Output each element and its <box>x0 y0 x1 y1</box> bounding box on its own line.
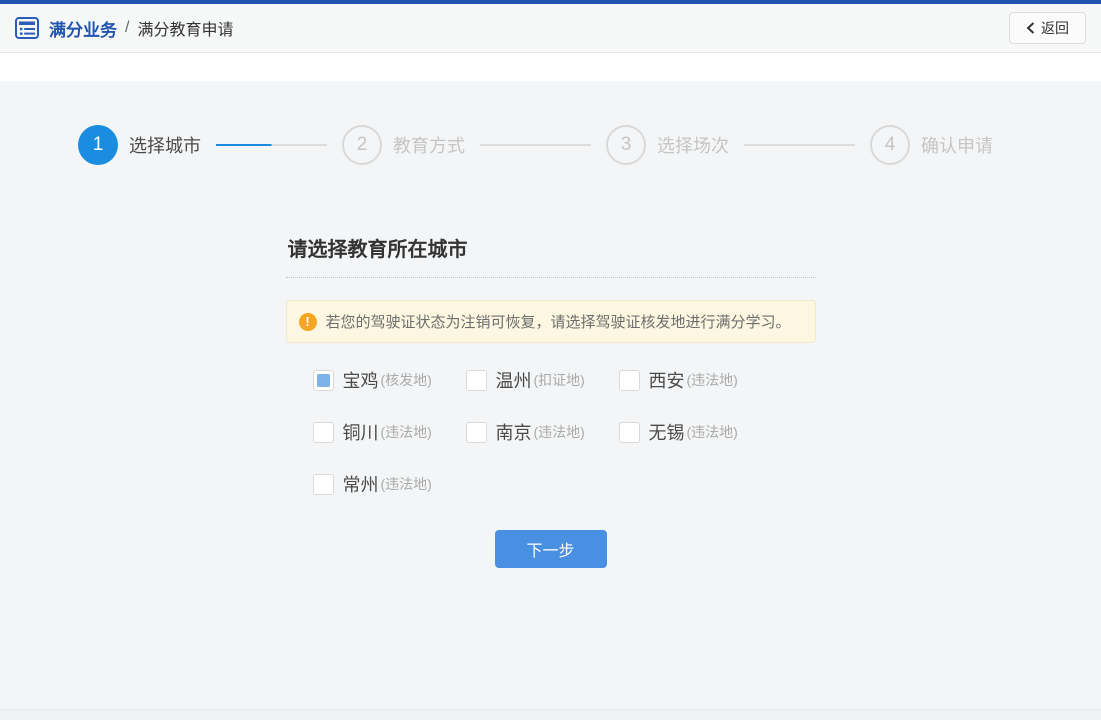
white-strip <box>0 53 1101 81</box>
breadcrumb-page-title: 满分教育申请 <box>137 16 233 40</box>
step-4-confirm-application: 4 确认申请 <box>870 125 993 165</box>
main-content: 1 选择城市 2 教育方式 3 选择场次 4 确认申请 请选择教育所在城市 ! <box>0 81 1101 720</box>
step-2-education-mode: 2 教育方式 <box>342 125 465 165</box>
footer-strip <box>0 709 1101 720</box>
city-tag: (违法地) <box>687 422 738 442</box>
city-name: 铜川 <box>343 419 379 445</box>
city-tag: (违法地) <box>381 422 432 442</box>
city-tag: (违法地) <box>687 370 738 390</box>
city-tag: (违法地) <box>381 474 432 494</box>
step-1-label: 选择城市 <box>129 132 201 158</box>
city-name: 温州 <box>496 367 532 393</box>
step-3-circle: 3 <box>606 125 646 165</box>
button-row: 下一步 <box>286 530 816 568</box>
step-connector <box>216 144 327 146</box>
page: 满分业务 / 满分教育申请 返回 1 选择城市 2 教育方式 3 <box>0 0 1101 720</box>
notice-text: 若您的驾驶证状态为注销可恢复，请选择驾驶证核发地进行满分学习。 <box>326 311 791 332</box>
city-tag: (核发地) <box>381 370 432 390</box>
city-option-changzhou[interactable]: 常州 (违法地) <box>313 471 466 497</box>
city-name: 宝鸡 <box>343 367 379 393</box>
city-option-xian[interactable]: 西安 (违法地) <box>619 367 772 393</box>
list-icon <box>15 17 39 39</box>
step-1-circle: 1 <box>78 125 118 165</box>
step-3-select-session: 3 选择场次 <box>606 125 729 165</box>
step-connector <box>744 144 855 146</box>
city-name: 西安 <box>649 367 685 393</box>
city-option-baoji[interactable]: 宝鸡 (核发地) <box>313 367 466 393</box>
checkbox[interactable] <box>313 422 334 443</box>
step-2-circle: 2 <box>342 125 382 165</box>
back-button[interactable]: 返回 <box>1009 12 1086 44</box>
notice-banner: ! 若您的驾驶证状态为注销可恢复，请选择驾驶证核发地进行满分学习。 <box>286 300 816 343</box>
checkbox[interactable] <box>619 422 640 443</box>
city-option-wuxi[interactable]: 无锡 (违法地) <box>619 419 772 445</box>
panel-title: 请选择教育所在城市 <box>286 233 816 278</box>
breadcrumb-separator: / <box>125 19 129 37</box>
city-name: 无锡 <box>649 419 685 445</box>
chevron-left-icon <box>1026 22 1035 34</box>
city-tag: (违法地) <box>534 422 585 442</box>
step-4-label: 确认申请 <box>921 132 993 158</box>
city-option-tongchuan[interactable]: 铜川 (违法地) <box>313 419 466 445</box>
city-name: 常州 <box>343 471 379 497</box>
back-button-label: 返回 <box>1041 18 1069 38</box>
step-2-label: 教育方式 <box>393 132 465 158</box>
step-connector <box>480 144 591 146</box>
step-progress-bar: 1 选择城市 2 教育方式 3 选择场次 4 确认申请 <box>0 81 1101 165</box>
warning-icon: ! <box>299 313 317 331</box>
checkbox[interactable] <box>313 474 334 495</box>
breadcrumb-section[interactable]: 满分业务 <box>49 16 117 41</box>
checkbox[interactable] <box>466 370 487 391</box>
step-3-label: 选择场次 <box>657 132 729 158</box>
checkbox[interactable] <box>619 370 640 391</box>
next-step-button[interactable]: 下一步 <box>495 530 607 568</box>
checkbox[interactable] <box>313 370 334 391</box>
breadcrumb: 满分业务 / 满分教育申请 <box>15 16 233 41</box>
city-tag: (扣证地) <box>534 370 585 390</box>
step-4-circle: 4 <box>870 125 910 165</box>
city-select-panel: 请选择教育所在城市 ! 若您的驾驶证状态为注销可恢复，请选择驾驶证核发地进行满分… <box>286 233 816 568</box>
step-1-select-city: 1 选择城市 <box>78 125 201 165</box>
checkbox[interactable] <box>466 422 487 443</box>
header: 满分业务 / 满分教育申请 返回 <box>0 4 1101 53</box>
city-option-nanjing[interactable]: 南京 (违法地) <box>466 419 619 445</box>
city-name: 南京 <box>496 419 532 445</box>
city-checkbox-grid: 宝鸡 (核发地) 温州 (扣证地) 西安 (违法地) 铜川 (违法地) <box>313 367 816 497</box>
city-option-wenzhou[interactable]: 温州 (扣证地) <box>466 367 619 393</box>
